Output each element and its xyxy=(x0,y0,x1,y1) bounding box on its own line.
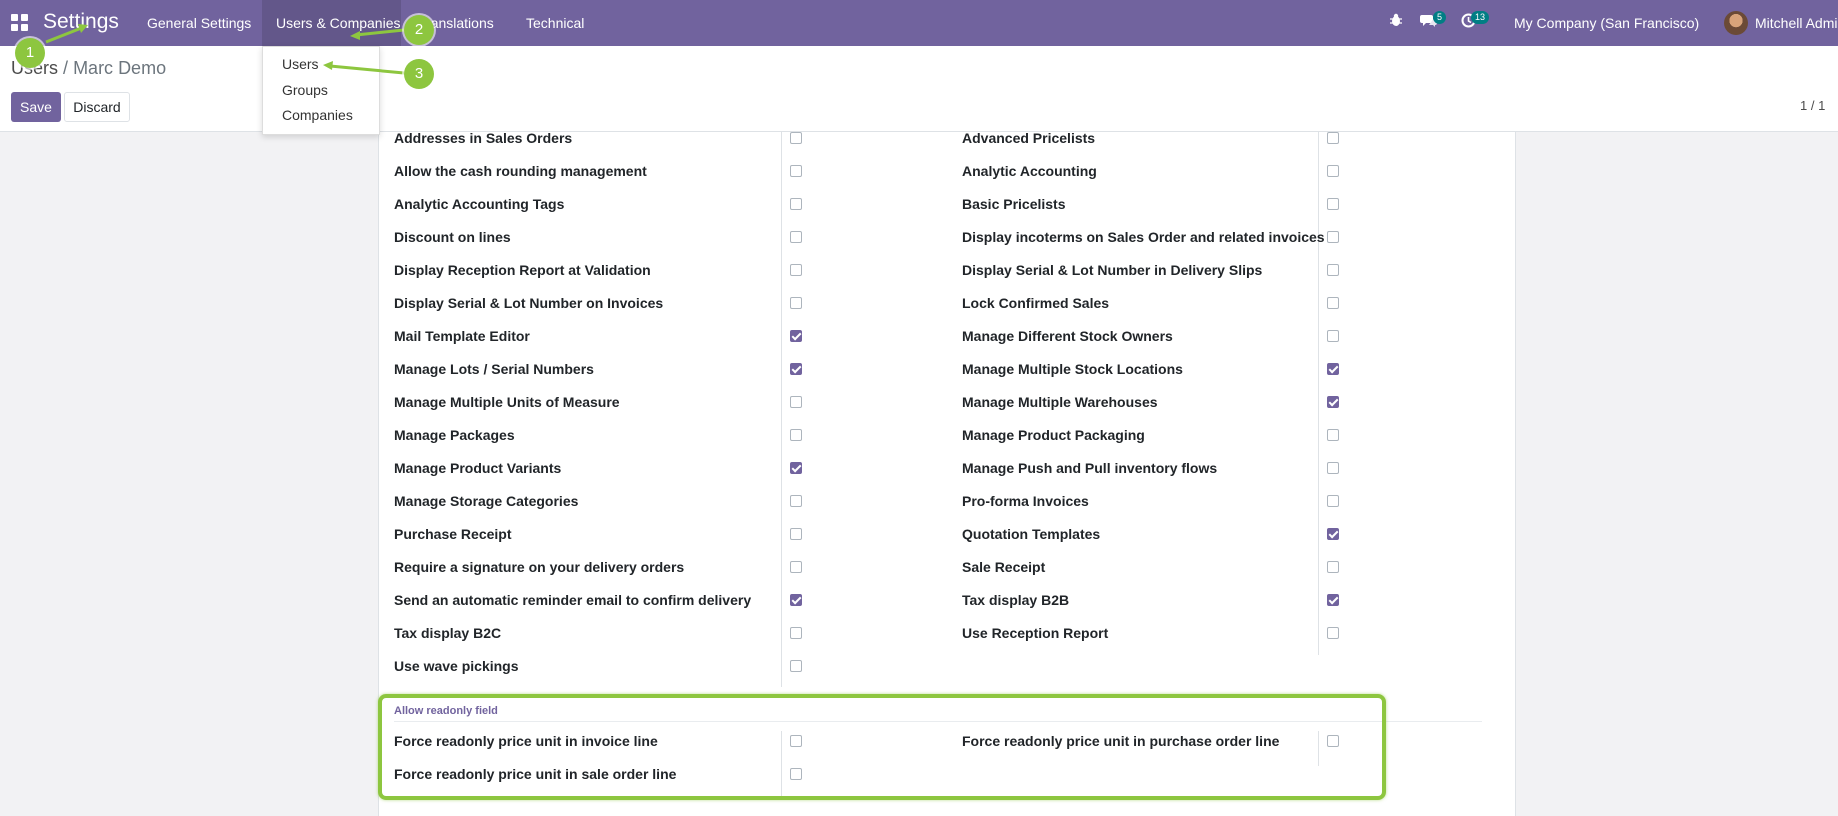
activity-count-badge: 13 xyxy=(1471,11,1490,24)
setting-checkbox[interactable] xyxy=(1327,396,1339,408)
setting-checkbox[interactable] xyxy=(1327,231,1339,243)
setting-label: Manage Multiple Warehouses xyxy=(962,394,1158,410)
setting-checkbox[interactable] xyxy=(790,495,802,507)
breadcrumb-current: Marc Demo xyxy=(73,58,167,78)
discard-button[interactable]: Discard xyxy=(64,92,130,122)
setting-checkbox[interactable] xyxy=(1327,627,1339,639)
highlight-box xyxy=(378,694,1386,800)
setting-checkbox[interactable] xyxy=(1327,297,1339,309)
setting-label: Quotation Templates xyxy=(962,526,1101,542)
setting-checkbox[interactable] xyxy=(1327,495,1339,507)
setting-label: Manage Multiple Units of Measure xyxy=(394,394,620,410)
dropdown-item-companies[interactable]: Companies xyxy=(282,107,353,123)
save-button[interactable]: Save xyxy=(11,92,61,122)
setting-label: Send an automatic reminder email to conf… xyxy=(394,592,752,608)
menu-general-settings[interactable]: General Settings xyxy=(147,15,251,31)
setting-checkbox[interactable] xyxy=(1327,264,1339,276)
setting-checkbox[interactable] xyxy=(790,627,802,639)
setting-label: Manage Push and Pull inventory flows xyxy=(962,460,1218,476)
apps-menu-icon[interactable] xyxy=(11,14,28,31)
setting-checkbox[interactable] xyxy=(790,363,802,375)
setting-checkbox[interactable] xyxy=(1327,528,1339,540)
setting-checkbox[interactable] xyxy=(790,330,802,342)
setting-checkbox[interactable] xyxy=(790,297,802,309)
setting-label: Display incoterms on Sales Order and rel… xyxy=(962,229,1325,245)
setting-checkbox[interactable] xyxy=(1327,165,1339,177)
setting-label: Manage Storage Categories xyxy=(394,493,579,509)
setting-label: Display Serial & Lot Number on Invoices xyxy=(394,295,664,311)
setting-label: Manage Packages xyxy=(394,427,515,443)
setting-label: Manage Different Stock Owners xyxy=(962,328,1173,344)
dropdown-item-users[interactable]: Users xyxy=(282,56,319,72)
setting-checkbox[interactable] xyxy=(790,396,802,408)
setting-label: Tax display B2B xyxy=(962,592,1070,608)
setting-checkbox[interactable] xyxy=(790,429,802,441)
setting-checkbox[interactable] xyxy=(790,528,802,540)
setting-checkbox[interactable] xyxy=(790,132,802,144)
setting-checkbox[interactable] xyxy=(1327,198,1339,210)
setting-checkbox[interactable] xyxy=(1327,429,1339,441)
setting-checkbox[interactable] xyxy=(1327,330,1339,342)
setting-label: Pro-forma Invoices xyxy=(962,493,1089,509)
user-menu[interactable]: Mitchell Admin xyxy=(1755,15,1838,31)
setting-checkbox[interactable] xyxy=(1327,132,1339,144)
setting-checkbox[interactable] xyxy=(1327,462,1339,474)
setting-label: Display Reception Report at Validation xyxy=(394,262,651,278)
setting-label: Mail Template Editor xyxy=(394,328,530,344)
setting-label: Manage Lots / Serial Numbers xyxy=(394,361,594,377)
pager[interactable]: 1 / 1 xyxy=(1800,98,1825,113)
setting-label: Sale Receipt xyxy=(962,559,1046,575)
setting-label: Use Reception Report xyxy=(962,625,1109,641)
setting-label: Analytic Accounting Tags xyxy=(394,196,565,212)
setting-checkbox[interactable] xyxy=(790,165,802,177)
setting-label: Manage Multiple Stock Locations xyxy=(962,361,1183,377)
setting-label: Tax display B2C xyxy=(394,625,502,641)
setting-checkbox[interactable] xyxy=(790,462,802,474)
setting-label: Addresses in Sales Orders xyxy=(394,130,573,146)
app-title[interactable]: Settings xyxy=(43,10,119,34)
setting-label: Allow the cash rounding management xyxy=(394,163,647,179)
breadcrumb-separator: / xyxy=(63,58,69,78)
dropdown-item-groups[interactable]: Groups xyxy=(282,82,328,98)
chat-count-badge: 5 xyxy=(1433,11,1447,24)
setting-label: Basic Pricelists xyxy=(962,196,1066,212)
setting-checkbox[interactable] xyxy=(790,561,802,573)
setting-label: Manage Product Variants xyxy=(394,460,562,476)
annotation-step-1: 1 xyxy=(15,38,45,68)
setting-checkbox[interactable] xyxy=(790,231,802,243)
avatar[interactable] xyxy=(1724,11,1748,35)
menu-technical[interactable]: Technical xyxy=(526,15,584,31)
setting-checkbox[interactable] xyxy=(790,660,802,672)
setting-label: Display Serial & Lot Number in Delivery … xyxy=(962,262,1263,278)
setting-checkbox[interactable] xyxy=(790,264,802,276)
setting-checkbox[interactable] xyxy=(1327,594,1339,606)
company-switcher[interactable]: My Company (San Francisco) xyxy=(1514,15,1699,31)
setting-label: Use wave pickings xyxy=(394,658,519,674)
top-navbar: Settings General Settings Users & Compan… xyxy=(0,0,1838,46)
setting-label: Require a signature on your delivery ord… xyxy=(394,559,685,575)
setting-label: Analytic Accounting xyxy=(962,163,1097,179)
users-companies-dropdown: Users Groups Companies xyxy=(262,46,380,135)
column-divider-right xyxy=(1318,132,1319,655)
setting-label: Advanced Pricelists xyxy=(962,130,1096,146)
column-divider-left xyxy=(781,132,782,687)
setting-label: Purchase Receipt xyxy=(394,526,512,542)
setting-label: Lock Confirmed Sales xyxy=(962,295,1110,311)
annotation-step-2: 2 xyxy=(404,15,434,45)
setting-label: Manage Product Packaging xyxy=(962,427,1145,443)
annotation-step-3: 3 xyxy=(404,59,434,89)
setting-checkbox[interactable] xyxy=(790,198,802,210)
setting-checkbox[interactable] xyxy=(1327,561,1339,573)
setting-checkbox[interactable] xyxy=(1327,363,1339,375)
setting-checkbox[interactable] xyxy=(790,594,802,606)
setting-label: Discount on lines xyxy=(394,229,511,245)
bug-icon[interactable] xyxy=(1389,13,1403,31)
menu-users-companies[interactable]: Users & Companies xyxy=(276,15,401,31)
